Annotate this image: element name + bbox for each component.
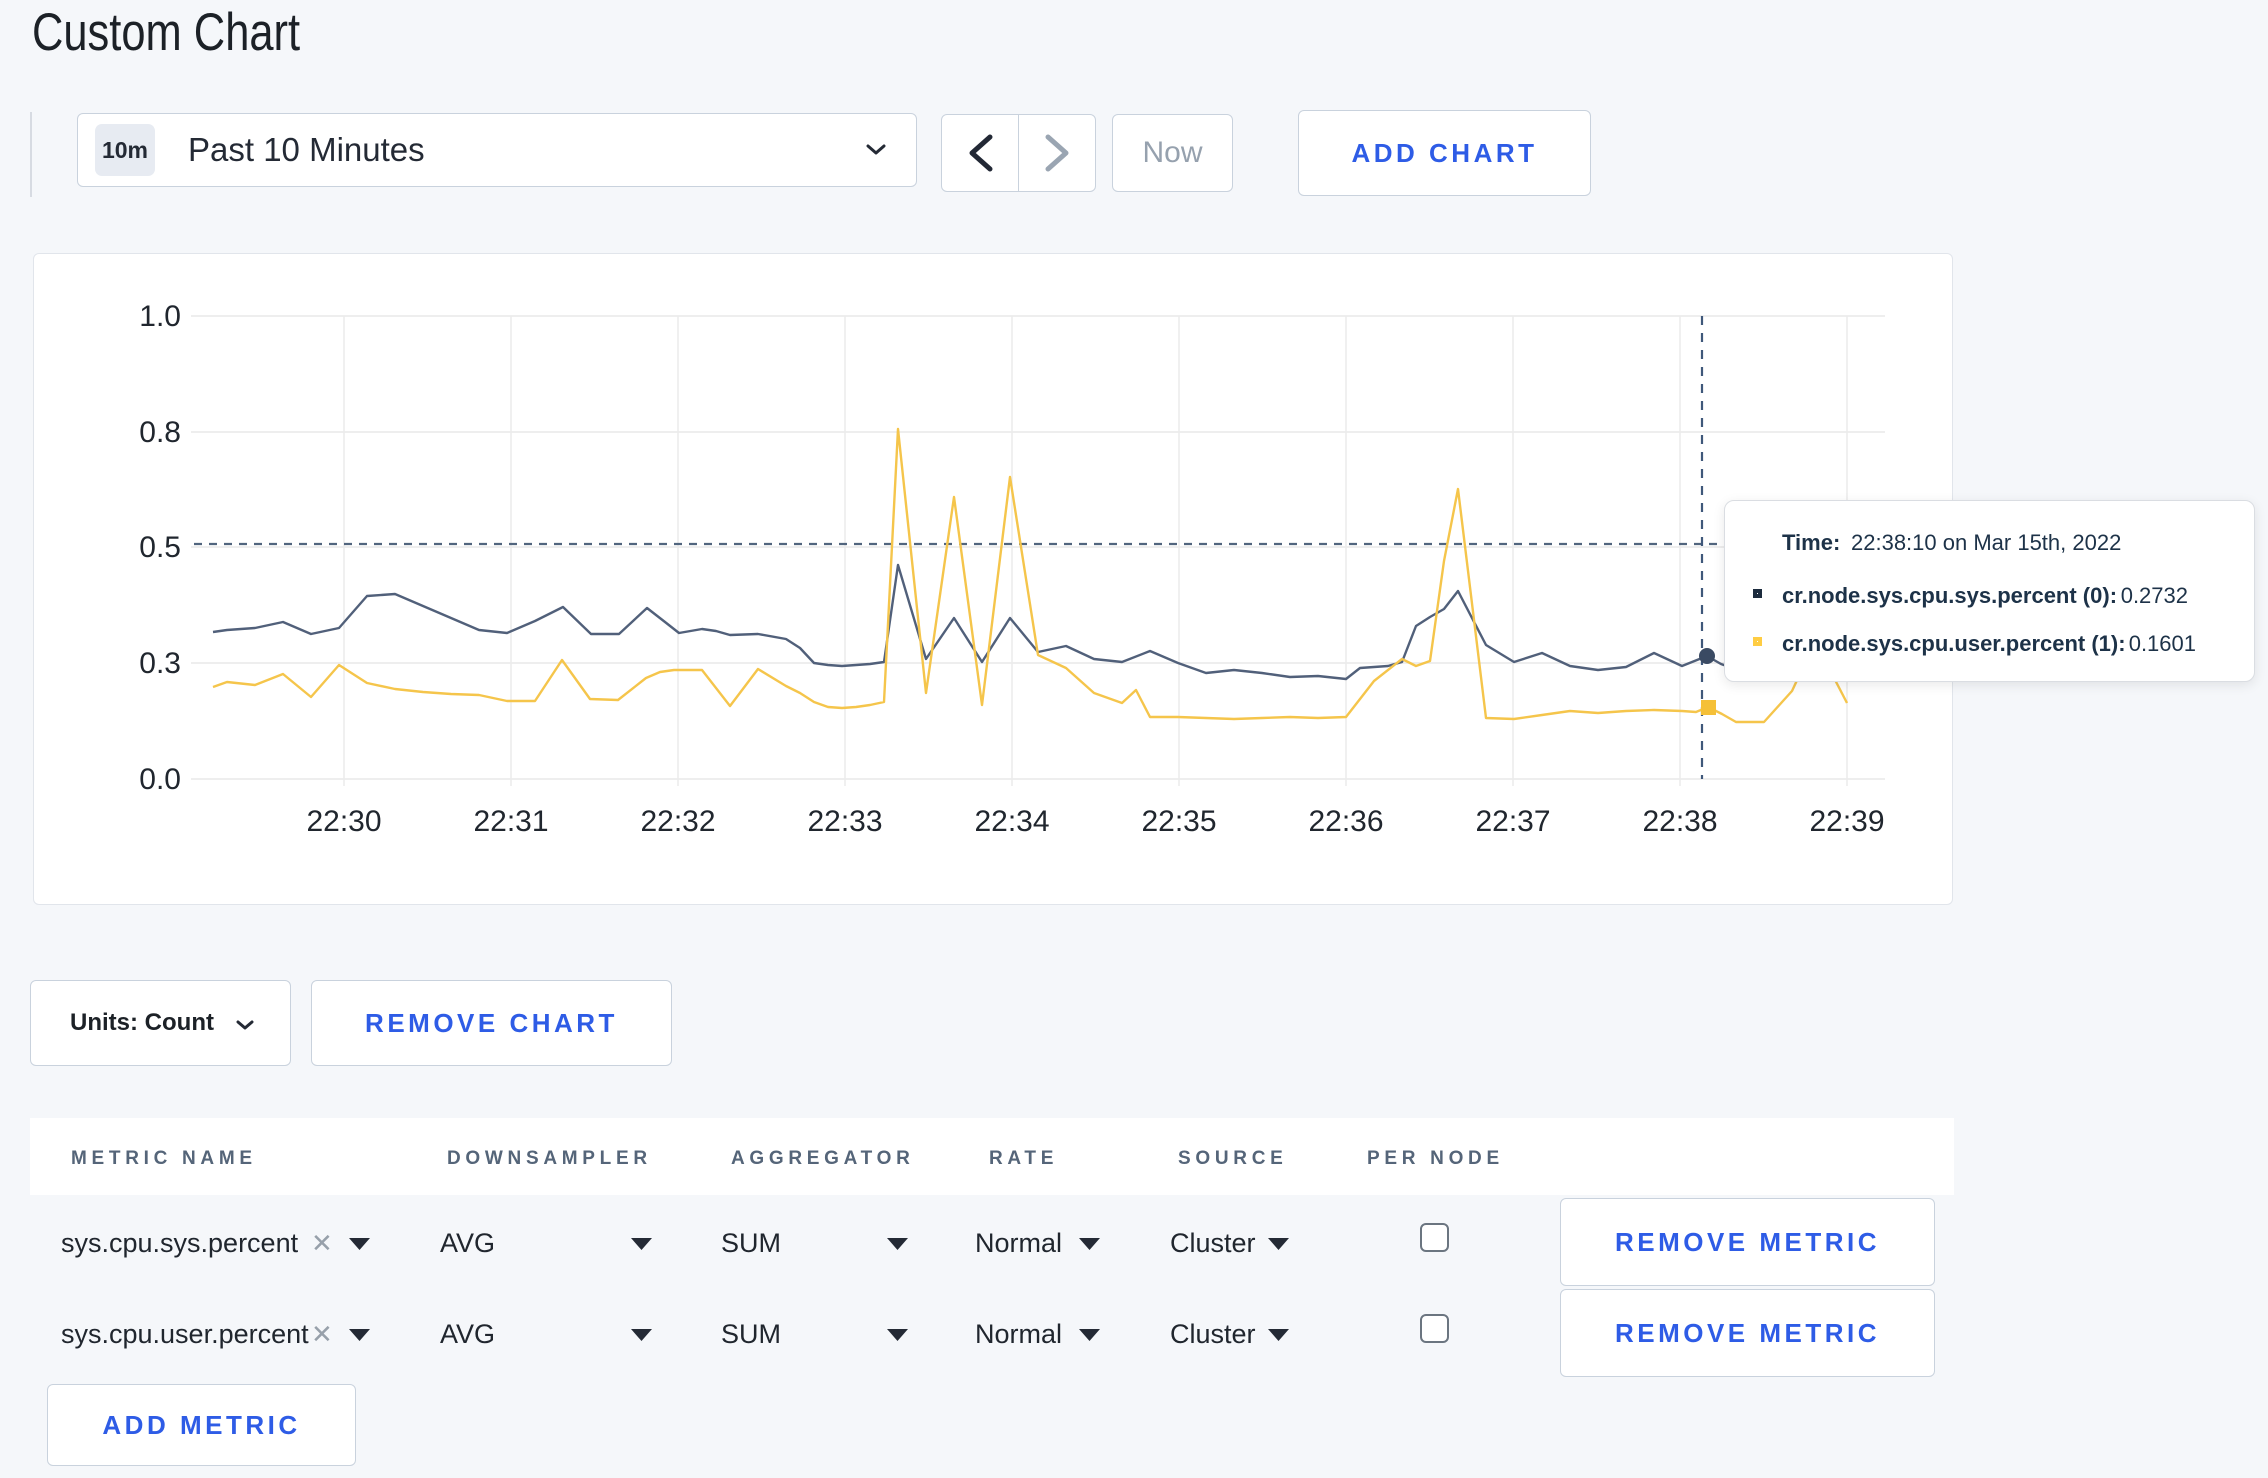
svg-text:1.0: 1.0 [139, 300, 181, 333]
svg-text:22:31: 22:31 [473, 805, 548, 838]
svg-text:22:32: 22:32 [640, 805, 715, 838]
svg-text:0.5: 0.5 [139, 531, 181, 564]
svg-text:22:36: 22:36 [1308, 805, 1383, 838]
svg-text:22:33: 22:33 [807, 805, 882, 838]
svg-text:0.0: 0.0 [139, 763, 181, 796]
svg-text:22:35: 22:35 [1141, 805, 1216, 838]
svg-text:22:30: 22:30 [306, 805, 381, 838]
svg-text:22:38: 22:38 [1642, 805, 1717, 838]
svg-text:0.8: 0.8 [139, 416, 181, 449]
svg-text:22:39: 22:39 [1809, 805, 1884, 838]
svg-text:22:34: 22:34 [974, 805, 1049, 838]
svg-text:0.3: 0.3 [139, 647, 181, 680]
svg-text:22:37: 22:37 [1475, 805, 1550, 838]
